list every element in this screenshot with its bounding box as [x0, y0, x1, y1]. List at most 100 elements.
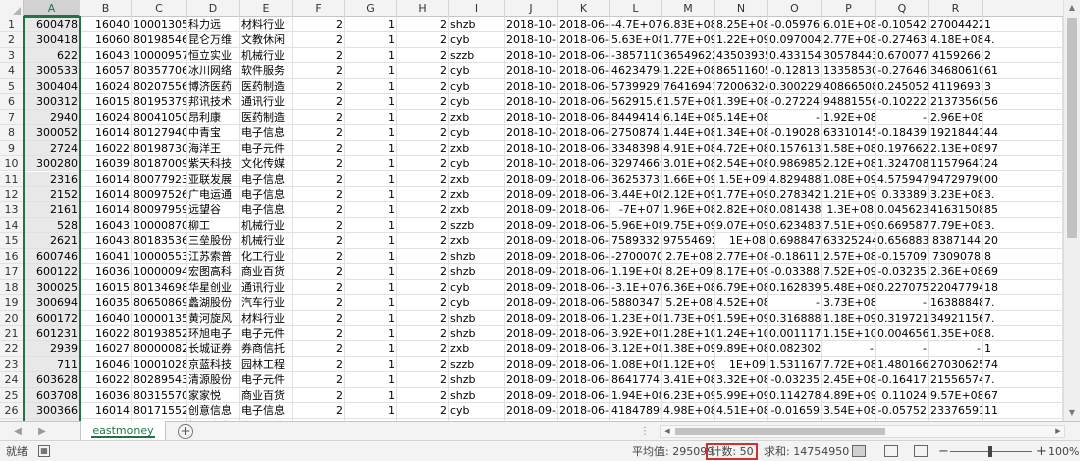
cell-q11[interactable]: 4.575947 [876, 171, 929, 187]
row-header[interactable]: 7 [0, 109, 24, 126]
cell-m6[interactable]: 1.57E+08 [662, 94, 715, 110]
cell-e24[interactable]: 电子元件 [240, 372, 293, 388]
cell-r10[interactable]: 11579647 [929, 156, 983, 172]
cell-n3[interactable]: 43503935 [715, 47, 768, 64]
cell-e1[interactable]: 材料行业 [240, 17, 293, 33]
cell-g17[interactable]: 1 [345, 264, 397, 280]
cell-p20[interactable]: 1.18E+09 [822, 310, 876, 326]
cell-a7[interactable]: 2940 [24, 109, 80, 126]
cell-p19[interactable]: 3.73E+08 [822, 295, 876, 311]
cell-m2[interactable]: 1.77E+09 [662, 32, 715, 48]
cell-m17[interactable]: 8.2E+09 [662, 264, 715, 280]
cell-r14[interactable]: 7.79E+08 [929, 217, 983, 234]
cell-m21[interactable]: 1.28E+10 [662, 326, 715, 342]
cell-m19[interactable]: 5.2E+08 [662, 295, 715, 311]
cell-b20[interactable]: 16040 [80, 310, 132, 326]
cell-r16[interactable]: 7309078 [929, 248, 983, 265]
cell-h21[interactable]: 2 [397, 326, 449, 342]
cell-o23[interactable]: 1.531167 [768, 356, 822, 373]
cell-a18[interactable]: 300025 [24, 279, 80, 296]
cell-i13[interactable]: zxb [449, 202, 505, 218]
cell-h22[interactable]: 2 [397, 341, 449, 357]
cell-k25[interactable]: 2018-06-3 [558, 387, 610, 404]
cell-overflow[interactable]: 97 [983, 140, 1063, 157]
cell-j6[interactable]: 2018-10-1 [505, 94, 558, 110]
column-header-g[interactable]: G [345, 0, 397, 17]
cell-k6[interactable]: 2018-06-3 [558, 94, 610, 110]
cell-j9[interactable]: 2018-10-2 [505, 140, 558, 157]
row-header[interactable]: 26 [0, 403, 24, 419]
row-header[interactable]: 19 [0, 295, 24, 311]
cell-k9[interactable]: 2018-06-3 [558, 140, 610, 157]
cell-n21[interactable]: 1.24E+10 [715, 326, 768, 342]
cell-f24[interactable]: 2 [293, 372, 345, 388]
cell-l26[interactable]: 41847899 [610, 403, 662, 419]
cell-n9[interactable]: 4.72E+08 [715, 140, 768, 157]
cell-l3[interactable]: -3857110 [610, 47, 662, 64]
cell-m1[interactable]: 6.83E+08 [662, 17, 715, 33]
cell-i26[interactable]: cyb [449, 403, 505, 419]
cell-overflow[interactable]: 4. [983, 32, 1063, 48]
cell-n14[interactable]: 9.07E+09 [715, 217, 768, 234]
cell-a23[interactable]: 711 [24, 356, 80, 373]
cell-b16[interactable]: 16041 [80, 248, 132, 265]
cell-o15[interactable]: 0.698847 [768, 233, 822, 249]
cell-a14[interactable]: 528 [24, 217, 80, 234]
cell-a1[interactable]: 600478 [24, 17, 80, 33]
cell-p7[interactable]: 1.92E+08 [822, 109, 876, 126]
cell-l15[interactable]: 7589332 [610, 233, 662, 249]
cell-h3[interactable]: 2 [397, 47, 449, 64]
cell-p6[interactable]: 94881556 [822, 94, 876, 110]
cell-n6[interactable]: 1.39E+08 [715, 94, 768, 110]
cell-f23[interactable]: 2 [293, 356, 345, 373]
cell-b7[interactable]: 16024 [80, 109, 132, 126]
scroll-right-arrow-icon[interactable]: ▶ [1052, 426, 1064, 437]
cell-d11[interactable]: 亚联发展 [187, 171, 240, 187]
row-header[interactable]: 5 [0, 78, 24, 95]
cell-l18[interactable]: -3.1E+07 [610, 279, 662, 296]
column-header-j[interactable]: J [505, 0, 558, 17]
cell-i10[interactable]: cyb [449, 156, 505, 172]
column-header-f[interactable]: F [293, 0, 345, 17]
cell-b18[interactable]: 16015 [80, 279, 132, 296]
cell-m24[interactable]: 3.41E+08 [662, 372, 715, 388]
cell-c11[interactable]: 80077923 [132, 171, 187, 187]
cell-e6[interactable]: 通讯行业 [240, 94, 293, 110]
cell-j12[interactable]: 2018-09-2 [505, 186, 558, 203]
cell-f16[interactable]: 2 [293, 248, 345, 265]
column-header-c[interactable]: C [132, 0, 187, 17]
cell-c5[interactable]: 80207556 [132, 78, 187, 95]
cell-c19[interactable]: 80650869 [132, 295, 187, 311]
cell-overflow[interactable]: 56 [983, 94, 1063, 110]
cell-overflow[interactable]: 67 [983, 387, 1063, 404]
cell-a26[interactable]: 300366 [24, 403, 80, 419]
cell-a15[interactable]: 2621 [24, 233, 80, 249]
cell-e9[interactable]: 电子元件 [240, 140, 293, 157]
cell-k20[interactable]: 2018-06-3 [558, 310, 610, 326]
cell-o3[interactable]: 0.433154 [768, 47, 822, 64]
cell-h7[interactable]: 2 [397, 109, 449, 126]
column-header-k[interactable]: K [558, 0, 610, 17]
cell-overflow[interactable]: 7. [983, 310, 1063, 326]
cell-f11[interactable]: 2 [293, 171, 345, 187]
cell-g1[interactable]: 1 [345, 17, 397, 33]
cell-j2[interactable]: 2018-10-1 [505, 32, 558, 48]
cell-f22[interactable]: 2 [293, 341, 345, 357]
cell-f5[interactable]: 2 [293, 78, 345, 95]
cell-g11[interactable]: 1 [345, 171, 397, 187]
cell-i12[interactable]: zxb [449, 186, 505, 203]
row-header[interactable]: 2 [0, 32, 24, 48]
column-header-r[interactable]: R [929, 0, 983, 17]
cell-l25[interactable]: 1.94E+08 [610, 387, 662, 404]
cell-overflow[interactable] [983, 109, 1063, 126]
cell-m4[interactable]: 1.22E+08 [662, 63, 715, 79]
cell-q13[interactable]: 0.045623 [876, 202, 929, 218]
cell-i25[interactable]: shzb [449, 387, 505, 404]
row-header[interactable]: 15 [0, 233, 24, 249]
cell-g13[interactable]: 1 [345, 202, 397, 218]
cell-m8[interactable]: 1.44E+08 [662, 125, 715, 141]
cell-d21[interactable]: 环旭电子 [187, 326, 240, 342]
cell-r6[interactable]: 21373560 [929, 94, 983, 110]
cell-q5[interactable]: 0.245052 [876, 78, 929, 95]
cell-a17[interactable]: 600122 [24, 264, 80, 280]
